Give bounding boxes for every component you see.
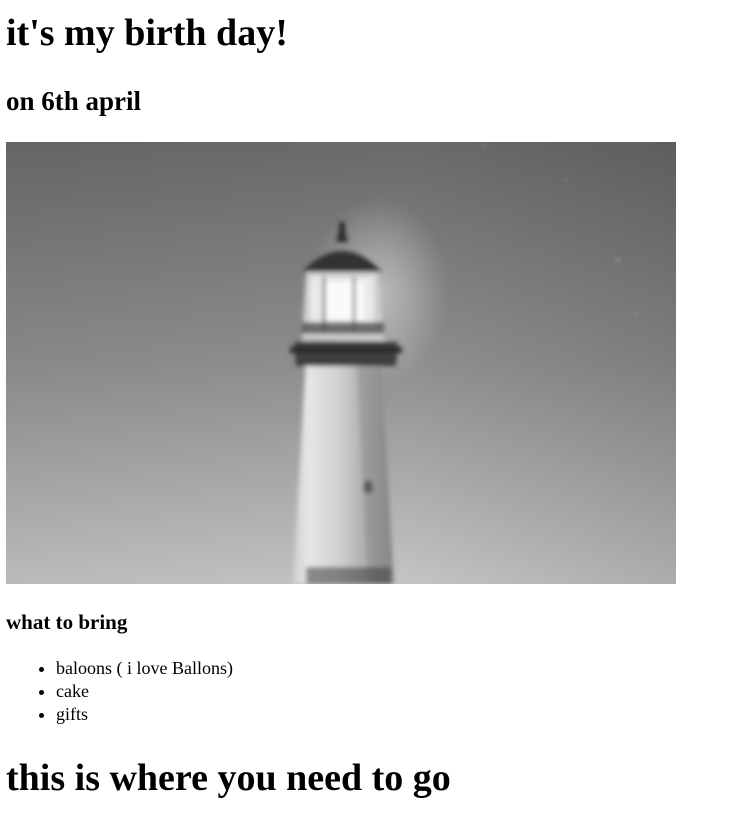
bring-list: baloons ( i love Ballons) cake gifts	[0, 657, 233, 726]
lighthouse-image	[6, 142, 676, 584]
what-to-bring-heading: what to bring	[6, 610, 128, 634]
list-item: cake	[56, 680, 233, 703]
list-item: gifts	[56, 703, 233, 726]
list-item: baloons ( i love Ballons)	[56, 657, 233, 680]
page: it's my birth day! on 6th april what to …	[0, 0, 742, 817]
page-subtitle: on 6th april	[6, 86, 142, 116]
lighthouse-photo	[6, 142, 676, 584]
page-title: it's my birth day!	[6, 12, 288, 54]
directions-heading: this is where you need to go	[6, 757, 451, 799]
